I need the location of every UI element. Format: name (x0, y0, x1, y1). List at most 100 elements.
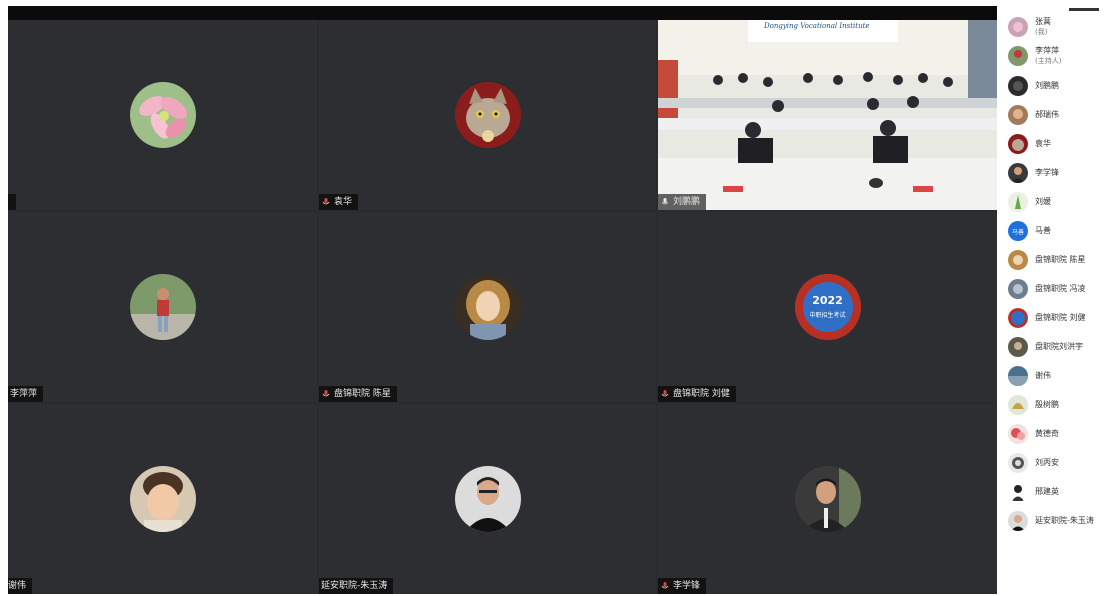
flower-avatar (129, 82, 196, 148)
participant-item[interactable]: 殷树鹏 (1008, 394, 1059, 416)
mic-icon (661, 198, 669, 205)
participant-item[interactable]: 李学锋 (1008, 162, 1059, 184)
logo-year: 2022 (812, 294, 843, 307)
tile-name-tag: 盘锦职院 刘健 (658, 386, 736, 402)
mic-icon (322, 198, 330, 205)
participant-avatar (1008, 453, 1028, 473)
participant-item[interactable]: 刘媛 (1008, 191, 1051, 213)
participant-avatar (1008, 366, 1028, 386)
participant-avatar (1008, 134, 1028, 154)
participant-item[interactable]: 张蒿 (我) (1008, 16, 1051, 38)
tile-name: 谢伟 (8, 581, 27, 591)
tile-name: 袁华 (334, 197, 353, 207)
window-top-bar (8, 6, 997, 20)
participant-name: 刘鹏鹏 (1035, 81, 1059, 90)
tile-name: 延安职院-朱玉涛 (321, 581, 388, 591)
tile-name: 李学锋 (673, 581, 701, 591)
participant-avatar: 马善 (1008, 221, 1028, 241)
speaker-photo-avatar (794, 466, 861, 532)
video-tile-1[interactable]: 张蒿 (8, 20, 317, 210)
participant-avatar (1008, 76, 1028, 96)
participant-avatar (1008, 424, 1028, 444)
mic-icon (322, 390, 330, 397)
tile-name-tag: 李学锋 (658, 578, 707, 594)
video-tile-9[interactable]: 李学锋 (658, 404, 997, 594)
participant-name: 延安职院-朱玉涛 (1035, 516, 1094, 525)
participant-avatar (1008, 192, 1028, 212)
participant-name: 马善 (1035, 226, 1051, 235)
participant-name: 盘锦职院 冯凌 (1035, 284, 1086, 293)
participant-name: 郝瑞伟 (1035, 110, 1059, 119)
mic-icon (661, 582, 669, 589)
video-grid: 张蒿 袁华 (8, 20, 997, 594)
participant-name: 邢建英 (1035, 487, 1059, 496)
participant-avatar (1008, 105, 1028, 125)
tile-name-tag: 袁华 (319, 194, 359, 210)
video-tile-6[interactable]: 2022 中职招生考试 盘锦职院 刘健 (658, 212, 997, 402)
participant-avatar (1008, 163, 1028, 183)
tile-name-tag: 李萍萍 (8, 386, 44, 402)
man-photo-avatar (454, 466, 521, 532)
participant-item[interactable]: 盘锦职院 陈星 (1008, 249, 1086, 271)
participant-item[interactable]: 邢建英 (1008, 481, 1059, 503)
participant-name: 刘丙安 (1035, 458, 1059, 467)
participant-avatar (1008, 482, 1028, 502)
video-tile-3[interactable]: Dongying Vocational Institute 刘鹏鹏 (658, 20, 997, 210)
video-tile-5[interactable]: 盘锦职院 陈星 (319, 212, 656, 402)
child-photo-avatar (129, 274, 196, 340)
participant-avatar (1008, 250, 1028, 270)
participant-item[interactable]: 袁华 (1008, 133, 1051, 155)
school-banner: Dongying Vocational Institute (764, 22, 870, 30)
video-tile-8[interactable]: 延安职院-朱玉涛 (319, 404, 656, 594)
participant-item[interactable]: 刘鹏鹏 (1008, 75, 1059, 97)
participant-item[interactable]: 马善 马善 (1008, 220, 1051, 242)
participant-name: 殷树鹏 (1035, 400, 1059, 409)
participant-avatar (1008, 46, 1028, 66)
tile-name: 盘锦职院 陈星 (334, 389, 391, 399)
tile-name-tag: 谢伟 (8, 578, 33, 594)
tile-name-tag: 张蒿 (8, 194, 16, 210)
participant-item[interactable]: 李萍萍 (主持人) (1008, 45, 1061, 67)
participant-initials: 马善 (1011, 228, 1024, 236)
participant-name: 张蒿 (1035, 17, 1051, 26)
classroom-video-feed (658, 20, 997, 210)
participant-avatar (1008, 337, 1028, 357)
girl-photo-avatar (129, 466, 196, 532)
logo-subtitle: 中职招生考试 (809, 312, 846, 319)
video-tile-4[interactable]: 李萍萍 (8, 212, 317, 402)
tile-name: 盘锦职院 刘健 (673, 389, 730, 399)
participant-name: 盘职院刘洪宇 (1035, 342, 1083, 351)
tile-name: 李萍萍 (10, 389, 38, 399)
video-tile-7[interactable]: 谢伟 (8, 404, 317, 594)
participant-item[interactable]: 延安职院-朱玉涛 (1008, 510, 1094, 532)
participant-name: 盘锦职院 刘健 (1035, 313, 1086, 322)
participant-avatar (1008, 511, 1028, 531)
participant-name: 刘媛 (1035, 197, 1051, 206)
participant-name: 黄德奇 (1035, 429, 1059, 438)
tile-name-tag: 盘锦职院 陈星 (319, 386, 397, 402)
school-logo-avatar: 2022 中职招生考试 (794, 274, 861, 340)
participant-item[interactable]: 盘职院刘洪宇 (1008, 336, 1083, 358)
participant-name: 袁华 (1035, 139, 1051, 148)
participant-avatar (1008, 17, 1028, 37)
participant-item[interactable]: 刘丙安 (1008, 452, 1059, 474)
participant-role: (我) (1035, 28, 1048, 36)
participant-name: 李萍萍 (1035, 46, 1059, 55)
participant-name: 谢伟 (1035, 371, 1051, 380)
tile-name: 刘鹏鹏 (673, 197, 701, 207)
participant-item[interactable]: 郝瑞伟 (1008, 104, 1059, 126)
participant-name: 李学锋 (1035, 168, 1059, 177)
participant-name: 盘锦职院 陈星 (1035, 255, 1086, 264)
tile-name-tag: 刘鹏鹏 (658, 194, 707, 210)
participant-item[interactable]: 盘锦职院 冯凌 (1008, 278, 1086, 300)
tile-name-tag: 延安职院-朱玉涛 (319, 578, 394, 594)
participant-avatar (1008, 279, 1028, 299)
participant-item[interactable]: 黄德奇 (1008, 423, 1059, 445)
participant-item[interactable]: 盘锦职院 刘健 (1008, 307, 1086, 329)
participant-role: (主持人) (1035, 57, 1062, 65)
participant-avatar (1008, 395, 1028, 415)
mic-icon (661, 390, 669, 397)
video-tile-2[interactable]: 袁华 (319, 20, 656, 210)
participant-item[interactable]: 谢伟 (1008, 365, 1051, 387)
panel-handle[interactable] (1069, 8, 1099, 11)
